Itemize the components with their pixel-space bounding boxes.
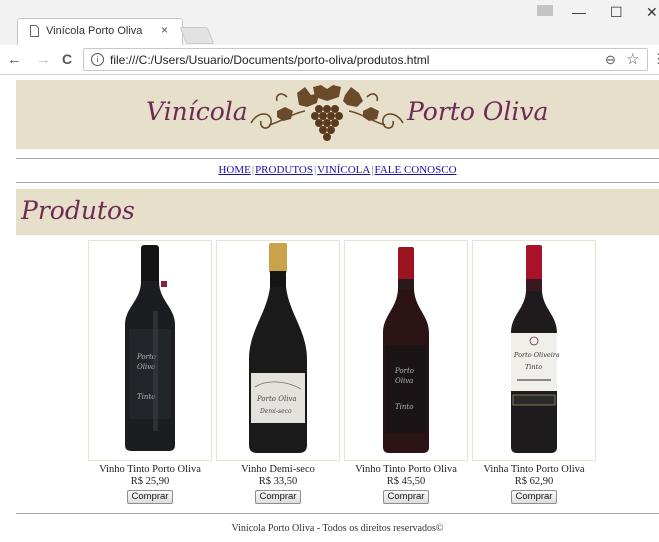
svg-text:Tinto: Tinto bbox=[137, 393, 155, 401]
product-image[interactable]: Porto Oliva Tinto bbox=[344, 240, 468, 461]
footer-text: Vinícola Porto Oliva - Todos os direitos… bbox=[231, 523, 444, 534]
product-price: R$ 45,50 bbox=[386, 476, 426, 487]
info-icon[interactable]: i bbox=[91, 53, 104, 66]
svg-text:Oliva: Oliva bbox=[395, 377, 413, 385]
product-image[interactable]: Porto Oliveira Tinto bbox=[472, 240, 596, 461]
site-nav: HOME|PRODUTOS|VINÍCOLA|FALE CONOSCO bbox=[16, 164, 659, 176]
section-header: Produtos bbox=[16, 189, 659, 235]
nav-link-vinicola[interactable]: VINÍCOLA bbox=[317, 164, 370, 176]
buy-button[interactable]: Comprar bbox=[511, 490, 557, 504]
back-icon[interactable]: ← bbox=[7, 51, 22, 68]
product-name: Vinho Tinto Porto Oliva bbox=[99, 464, 201, 475]
wine-bottle-image: Porto Oliva Tinto bbox=[125, 245, 175, 451]
product-image[interactable]: Porto Oliva Tinto bbox=[88, 240, 212, 461]
product-name: Vinho Tinto Porto Oliva bbox=[355, 464, 457, 475]
browser-toolbar: ← → C i file:///C:/Users/Usuario/Documen… bbox=[0, 45, 659, 75]
site-header: Vinícola Porto Oliva bbox=[16, 80, 659, 149]
buy-button[interactable]: Comprar bbox=[255, 490, 301, 504]
svg-text:Oliva: Oliva bbox=[137, 363, 155, 371]
product-grid: Porto Oliva Tinto Vinho Tinto Porto Oliv… bbox=[88, 240, 598, 510]
maximize-button[interactable]: ☐ bbox=[610, 4, 623, 21]
close-window-button[interactable]: ✕ bbox=[646, 4, 658, 21]
new-tab-button[interactable] bbox=[179, 27, 215, 44]
browser-tab[interactable]: Vinícola Porto Oliva × bbox=[17, 18, 183, 45]
svg-text:Tinto: Tinto bbox=[395, 403, 413, 411]
svg-text:Porto: Porto bbox=[394, 367, 414, 375]
nav-link-produtos[interactable]: PRODUTOS bbox=[255, 164, 313, 176]
brand-name-left: Vinícola bbox=[146, 97, 248, 126]
product-card: Porto Oliva Tinto Vinho Tinto Porto Oliv… bbox=[344, 240, 468, 508]
svg-text:Porto Oliva: Porto Oliva bbox=[256, 395, 297, 403]
close-icon[interactable]: × bbox=[161, 23, 168, 37]
buy-button[interactable]: Comprar bbox=[383, 490, 429, 504]
nav-link-home[interactable]: HOME bbox=[218, 164, 250, 176]
page-viewport: Vinícola Porto Oliva HOME|PRODUTOS|VINÍC… bbox=[0, 75, 659, 542]
wine-bottle-image: Porto Oliva Demi-seco bbox=[249, 243, 307, 453]
product-image[interactable]: Porto Oliva Demi-seco bbox=[216, 240, 340, 461]
wine-bottle-image: Porto Oliva Tinto bbox=[383, 247, 429, 453]
page-icon bbox=[30, 25, 39, 37]
zoom-icon[interactable]: ⊖ bbox=[605, 52, 616, 68]
brand-name-right: Porto Oliva bbox=[407, 97, 549, 126]
buy-button[interactable]: Comprar bbox=[127, 490, 173, 504]
tab-strip: Vinícola Porto Oliva × — ☐ ✕ bbox=[0, 0, 659, 45]
footer-divider bbox=[16, 513, 659, 514]
product-price: R$ 25,90 bbox=[130, 476, 170, 487]
product-card: Porto Oliveira Tinto Vinha Tinto Porto O… bbox=[472, 240, 596, 508]
reload-icon[interactable]: C bbox=[62, 51, 72, 67]
nav-link-fale-conosco[interactable]: FALE CONOSCO bbox=[375, 164, 457, 176]
url-text[interactable]: file:///C:/Users/Usuario/Documents/porto… bbox=[110, 53, 429, 67]
profile-icon[interactable] bbox=[537, 5, 553, 16]
wine-bottle-image: Porto Oliveira Tinto bbox=[511, 245, 560, 453]
address-bar[interactable]: i file:///C:/Users/Usuario/Documents/por… bbox=[83, 48, 648, 71]
divider-top bbox=[16, 158, 659, 159]
svg-text:Tinto: Tinto bbox=[525, 363, 542, 371]
product-card: Porto Oliva Demi-seco Vinho Demi-seco R$… bbox=[216, 240, 340, 508]
grapevine-logo bbox=[250, 85, 404, 141]
forward-icon[interactable]: → bbox=[36, 51, 51, 68]
menu-icon[interactable]: ⋮ bbox=[652, 51, 659, 67]
product-name: Vinha Tinto Porto Oliva bbox=[483, 464, 585, 475]
product-price: R$ 62,90 bbox=[514, 476, 554, 487]
star-icon[interactable]: ☆ bbox=[626, 50, 639, 68]
svg-text:Porto Oliveira: Porto Oliveira bbox=[513, 351, 560, 359]
product-name: Vinho Demi-seco bbox=[241, 464, 315, 475]
svg-text:Demi-seco: Demi-seco bbox=[259, 408, 292, 415]
tab-title: Vinícola Porto Oliva bbox=[46, 25, 143, 37]
section-title: Produtos bbox=[21, 196, 135, 225]
divider-bottom bbox=[16, 182, 659, 183]
product-card: Porto Oliva Tinto Vinho Tinto Porto Oliv… bbox=[88, 240, 212, 508]
minimize-button[interactable]: — bbox=[572, 4, 586, 20]
product-price: R$ 33,50 bbox=[258, 476, 298, 487]
